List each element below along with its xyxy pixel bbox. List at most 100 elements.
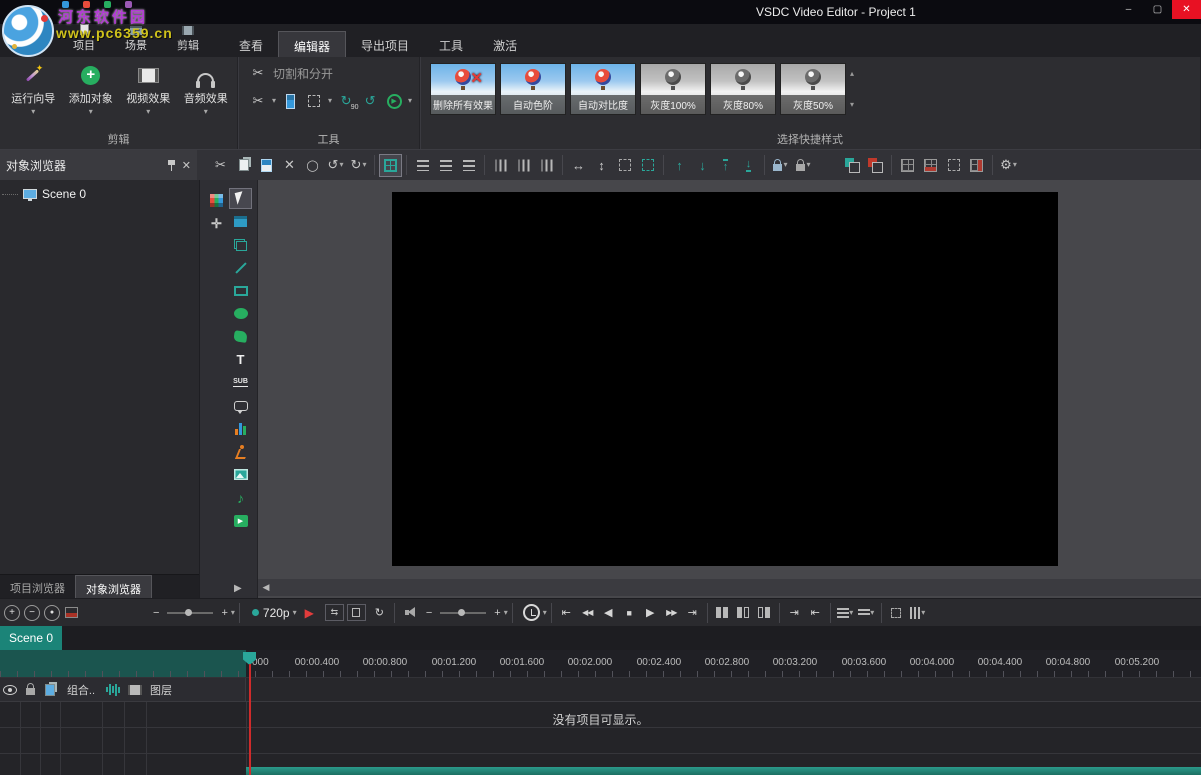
duplicate-tool-button[interactable] <box>229 234 252 255</box>
close-button[interactable]: ✕ <box>1172 0 1201 19</box>
tab-editor[interactable]: 编辑器 <box>278 31 346 57</box>
panel-close-icon[interactable]: ✕ <box>182 159 191 172</box>
chevron-down-icon[interactable]: ▾ <box>328 98 332 104</box>
image-tool-button[interactable] <box>229 464 252 485</box>
tab-project-browser[interactable]: 项目浏览器 <box>0 575 75 598</box>
chart-tool-button[interactable] <box>229 418 252 439</box>
rectangle-tool-button[interactable] <box>229 280 252 301</box>
zoom-out-button[interactable]: − <box>24 605 40 621</box>
clock-icon[interactable] <box>523 604 540 621</box>
deselect-button[interactable]: ◯ <box>301 154 324 177</box>
volume-slider[interactable] <box>440 612 486 614</box>
sprite-tool-button[interactable] <box>229 211 252 232</box>
text-tool-button[interactable]: T <box>229 349 252 370</box>
pin-icon[interactable] <box>167 159 176 172</box>
delete-button[interactable]: ✕ <box>278 154 301 177</box>
group-mode-select[interactable]: 组合.. <box>60 682 102 698</box>
chevron-down-icon[interactable]: ▾ <box>272 98 276 104</box>
style-grayscale-100[interactable]: 灰度100% <box>640 63 706 115</box>
style-grayscale-80[interactable]: 灰度80% <box>710 63 776 115</box>
bring-forward-button[interactable] <box>841 154 864 177</box>
tree-item-scene0[interactable]: Scene 0 <box>0 180 199 208</box>
show-bounds-button[interactable] <box>942 154 965 177</box>
fit-height-button[interactable]: ↕ <box>590 154 613 177</box>
show-markers-button[interactable] <box>965 154 988 177</box>
chevron-down-icon[interactable]: ▾ <box>293 610 297 616</box>
tooltip-tool-button[interactable] <box>229 395 252 416</box>
timeline-hscrollbar[interactable] <box>246 767 1201 775</box>
preview-hscrollbar[interactable]: ◀ <box>258 579 1201 596</box>
line-tool-button[interactable] <box>229 257 252 278</box>
zoom-slider-minus[interactable]: − <box>153 607 159 619</box>
menu-item-editor[interactable]: 剪辑 <box>162 24 214 57</box>
lock-column-button[interactable] <box>20 684 40 695</box>
resolution-select[interactable]: 720p <box>263 606 290 620</box>
style-auto-contrast[interactable]: 自动对比度 <box>570 63 636 115</box>
audio-effects-button[interactable]: 音频效果 ▾ <box>179 60 234 133</box>
move-to-bottom-button[interactable]: ↓ <box>737 154 760 177</box>
move-down-button[interactable]: ↓ <box>691 154 714 177</box>
chevron-down-icon[interactable]: ▾ <box>543 610 547 616</box>
undo-button[interactable]: ↺▾ <box>324 154 347 177</box>
preview-play-button[interactable]: ▶ <box>305 606 314 620</box>
skip-to-start-button[interactable]: ⇤ <box>556 602 577 624</box>
fast-backward-button[interactable]: ◀◀ <box>577 602 598 624</box>
track-list-button[interactable]: ▾ <box>835 602 856 624</box>
split-view-left-button[interactable] <box>733 604 754 622</box>
split-view-both-button[interactable] <box>712 604 733 622</box>
cut-tool-button[interactable]: ✂ <box>248 91 268 111</box>
rotate-cw-button[interactable]: ↻90 <box>336 91 356 111</box>
color-grid-button[interactable] <box>205 190 228 211</box>
speed-button[interactable]: ▶ <box>384 91 404 111</box>
subtitle-tool-button[interactable]: SUB <box>229 372 252 393</box>
redo-button[interactable]: ↻▾ <box>347 154 370 177</box>
copy-button[interactable] <box>232 154 255 177</box>
visibility-column-button[interactable] <box>0 685 20 695</box>
send-backward-button[interactable] <box>864 154 887 177</box>
scroll-up-icon[interactable]: ▴ <box>850 69 854 78</box>
zoom-slider-plus[interactable]: + <box>221 607 227 619</box>
snap-grid-button[interactable] <box>379 154 402 177</box>
maximize-button[interactable]: ▢ <box>1143 0 1172 19</box>
fast-forward-button[interactable]: ▶▶ <box>661 602 682 624</box>
chevron-down-icon[interactable]: ▾ <box>89 109 93 115</box>
align-top-button[interactable] <box>489 154 512 177</box>
lock-button[interactable]: ▾ <box>769 154 792 177</box>
audio-tool-button[interactable]: ♪ <box>229 487 252 508</box>
tab-object-browser[interactable]: 对象浏览器 <box>75 575 152 598</box>
stop-button[interactable]: ■ <box>619 602 640 624</box>
loop-toggle-button[interactable]: ⇆ <box>325 604 344 621</box>
add-object-button[interactable]: + 添加对象 ▾ <box>64 60 119 133</box>
tab-export-project[interactable]: 导出项目 <box>346 31 424 57</box>
cut-split-button[interactable]: ✂ 切割和分开 <box>248 63 413 83</box>
align-center-button[interactable] <box>434 154 457 177</box>
blend-column-button[interactable] <box>40 684 60 696</box>
move-tool-button[interactable]: ✛ <box>205 213 228 234</box>
align-right-button[interactable] <box>457 154 480 177</box>
preview-canvas[interactable] <box>392 192 1058 566</box>
tab-tools[interactable]: 工具 <box>424 31 478 57</box>
tab-activate[interactable]: 激活 <box>478 31 532 57</box>
run-wizard-button[interactable]: 运行向导 ▾ <box>6 60 61 133</box>
chevron-down-icon[interactable]: ▾ <box>408 98 412 104</box>
zoom-region-icon[interactable] <box>65 607 78 618</box>
align-middle-button[interactable] <box>512 154 535 177</box>
track-height-button[interactable]: ▾ <box>856 602 877 624</box>
timeline-ruler[interactable]: 000 00:00.400 00:00.800 00:01.200 00:01.… <box>0 650 1201 678</box>
select-tool-button[interactable] <box>229 188 252 209</box>
move-to-top-button[interactable]: ↑ <box>714 154 737 177</box>
align-left-button[interactable] <box>411 154 434 177</box>
move-up-button[interactable]: ↑ <box>668 154 691 177</box>
tab-view[interactable]: 查看 <box>224 31 278 57</box>
speaker-mute-icon[interactable] <box>405 607 418 618</box>
free-shape-tool-button[interactable] <box>229 326 252 347</box>
style-auto-levels[interactable]: 自动色阶 <box>500 63 566 115</box>
scroll-left-icon[interactable]: ◀ <box>258 582 274 593</box>
split-strip-button[interactable] <box>280 91 300 111</box>
animation-tool-button[interactable] <box>229 441 252 462</box>
unlock-button[interactable]: ▾ <box>792 154 815 177</box>
cursor-to-start-button[interactable]: ⇤ <box>805 602 826 624</box>
thumbnail-column-button[interactable] <box>124 685 146 695</box>
ellipse-tool-button[interactable] <box>229 303 252 324</box>
timeline-rows[interactable]: 没有项目可显示。 <box>0 702 1201 775</box>
